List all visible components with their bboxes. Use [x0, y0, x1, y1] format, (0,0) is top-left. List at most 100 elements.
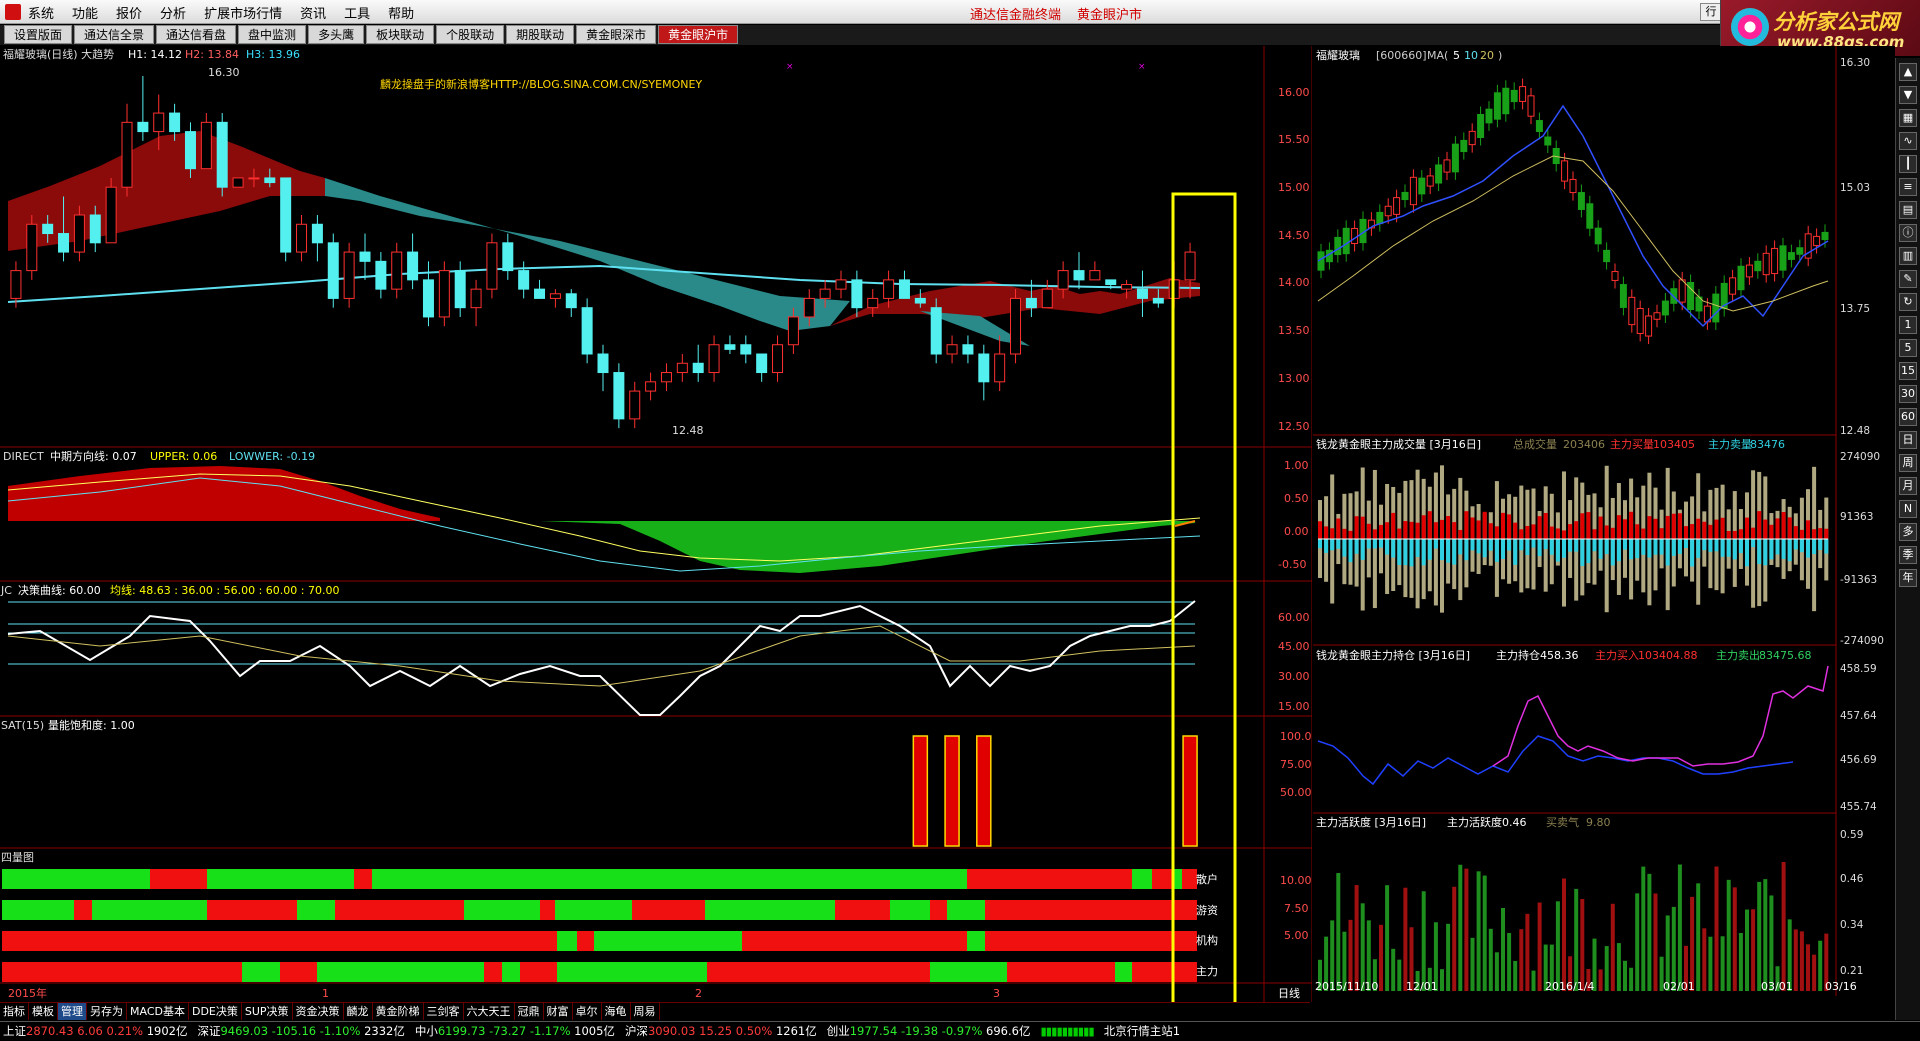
menu-help[interactable]: 帮助 [388, 3, 414, 22]
refresh-icon[interactable]: ↻ [1899, 293, 1917, 311]
buy-volume-bar [1812, 529, 1817, 539]
tab-indicator[interactable]: 指标 [0, 1003, 29, 1020]
candle-body [248, 177, 260, 180]
candle-body [914, 297, 926, 304]
buy-volume-bar [1525, 525, 1530, 539]
stack-icon[interactable]: ▥ [1899, 247, 1917, 265]
menu-system[interactable]: 系统 [28, 3, 54, 22]
period-day[interactable]: 日 [1899, 431, 1917, 449]
tab-save-as[interactable]: 另存为 [87, 1003, 127, 1020]
candle-body [375, 260, 387, 290]
tab-bull-eagle[interactable]: 多头鹰 [308, 25, 365, 44]
tab-zhouyi[interactable]: 周易 [631, 1003, 660, 1020]
line-chart-icon[interactable]: ∿ [1899, 132, 1917, 150]
tab-fund[interactable]: 资金决策 [293, 1003, 344, 1020]
menu-function[interactable]: 功能 [72, 3, 98, 22]
vol-sell-label: 主力卖量 [1708, 438, 1752, 451]
sell-volume-bar [1452, 539, 1457, 565]
period-1[interactable]: 1 [1899, 316, 1917, 334]
activity-bar [1610, 903, 1615, 991]
server-name[interactable]: 北京行情主站1 [1104, 1022, 1180, 1041]
period-n[interactable]: N [1899, 500, 1917, 518]
tab-six-kings[interactable]: 六大天王 [464, 1003, 515, 1020]
right-candle-body [1384, 205, 1392, 217]
window-button[interactable]: 行 [1700, 3, 1722, 21]
period-year[interactable]: 年 [1899, 569, 1917, 587]
activity-bar [1562, 878, 1566, 991]
period-week[interactable]: 周 [1899, 454, 1917, 472]
tab-zhuoer[interactable]: 卓尔 [573, 1003, 602, 1020]
candle-body [708, 344, 720, 374]
tab-sector-link[interactable]: 板块联动 [366, 25, 435, 44]
sell-volume-bar [1696, 539, 1701, 558]
siliang-segment [92, 900, 207, 920]
label-institution: 机构 [1196, 933, 1218, 947]
right-candle-body [1519, 86, 1527, 102]
candle-body [438, 270, 450, 318]
tab-watch[interactable]: 通达信看盘 [156, 25, 237, 44]
tab-macd[interactable]: MACD基本 [127, 1003, 189, 1020]
tab-sup[interactable]: SUP决策 [242, 1003, 293, 1020]
tab-three-swords[interactable]: 三剑客 [424, 1003, 464, 1020]
index-zx[interactable]: 中小6199.73 -73.27 -1.17% 1005亿 [415, 1022, 615, 1041]
period-month[interactable]: 月 [1899, 477, 1917, 495]
index-sh[interactable]: 上证2870.43 6.06 0.21% 1902亿 [3, 1022, 187, 1041]
menu-info[interactable]: 资讯 [300, 3, 326, 22]
tools-icon[interactable]: ✎ [1899, 270, 1917, 288]
tab-linlong[interactable]: 麟龙 [344, 1003, 373, 1020]
sell-volume-bar [1787, 539, 1792, 562]
grid-icon[interactable]: ▦ [1899, 109, 1917, 127]
toolbar-icon[interactable]: ▲ [1899, 63, 1917, 81]
tab-wealth[interactable]: 财富 [544, 1003, 573, 1020]
index-sz[interactable]: 深证9469.03 -105.16 -1.10% 2332亿 [197, 1022, 404, 1041]
tab-manage[interactable]: 管理 [58, 1003, 87, 1020]
tab-stock-link[interactable]: 个股联动 [436, 25, 505, 44]
menu-extended-market[interactable]: 扩展市场行情 [204, 3, 282, 22]
tab-settings-layout[interactable]: 设置版面 [4, 25, 73, 44]
sell-volume-bar [1665, 539, 1670, 566]
sell-volume-bar [1702, 539, 1707, 551]
period-multi[interactable]: 多 [1899, 523, 1917, 541]
tab-futures-link[interactable]: 期股联动 [506, 25, 575, 44]
tab-golden-eye-sz[interactable]: 黄金眼深市 [576, 25, 657, 44]
tab-dde[interactable]: DDE决策 [189, 1003, 242, 1020]
tab-turtle[interactable]: 海龟 [602, 1003, 631, 1020]
sell-volume-bar [1476, 539, 1481, 554]
index-hs[interactable]: 沪深3090.03 15.25 0.50% 1261亿 [625, 1022, 817, 1041]
activity-bar [1726, 879, 1731, 991]
app-logo-icon [5, 4, 21, 20]
menu-quote[interactable]: 报价 [116, 3, 142, 22]
index-cy[interactable]: 创业1977.54 -19.38 -0.97% 696.6亿 [827, 1022, 1031, 1041]
right-candle-body [1527, 95, 1535, 117]
period-label[interactable]: 日线 [1278, 986, 1300, 1000]
table-icon[interactable]: ▤ [1899, 201, 1917, 219]
sell-volume-bar [1641, 539, 1646, 555]
tab-monitor[interactable]: 盘中监测 [238, 25, 307, 44]
period-5[interactable]: 5 [1899, 339, 1917, 357]
tab-guanding[interactable]: 冠鼎 [515, 1003, 544, 1020]
buy-volume-bar [1446, 515, 1451, 539]
tab-template[interactable]: 模板 [29, 1003, 58, 1020]
period-15[interactable]: 15 [1899, 362, 1917, 380]
period-30[interactable]: 30 [1899, 385, 1917, 403]
period-season[interactable]: 季 [1899, 546, 1917, 564]
menu-tools[interactable]: 工具 [344, 3, 370, 22]
menu-analysis[interactable]: 分析 [160, 3, 186, 22]
tab-golden-eye-sh[interactable]: 黄金眼沪市 [658, 25, 739, 44]
sell-volume-bar [1537, 539, 1542, 557]
main-h2: H2: 13.84 [185, 48, 239, 61]
right-candle-body [1493, 92, 1501, 120]
toolbar-icon[interactable]: ▼ [1899, 86, 1917, 104]
info-icon[interactable]: ⓘ [1899, 224, 1917, 242]
k-ma10: 10 [1464, 49, 1478, 62]
candle-icon[interactable]: ┃ [1899, 155, 1917, 173]
buy-volume-bar [1745, 517, 1749, 539]
main-chart-area[interactable]: 福耀玻璃(日线) 大趋势 H1: 14.12 H2: 13.84 H3: 13.… [0, 46, 1312, 1002]
siliang-segment [484, 962, 502, 982]
list-icon[interactable]: ≡ [1899, 178, 1917, 196]
buy-volume-bar [1391, 512, 1396, 539]
tab-golden-ladder[interactable]: 黄金阶梯 [373, 1003, 424, 1020]
period-60[interactable]: 60 [1899, 408, 1917, 426]
tab-panorama[interactable]: 通达信全景 [74, 25, 155, 44]
buy-volume-bar [1684, 526, 1688, 539]
